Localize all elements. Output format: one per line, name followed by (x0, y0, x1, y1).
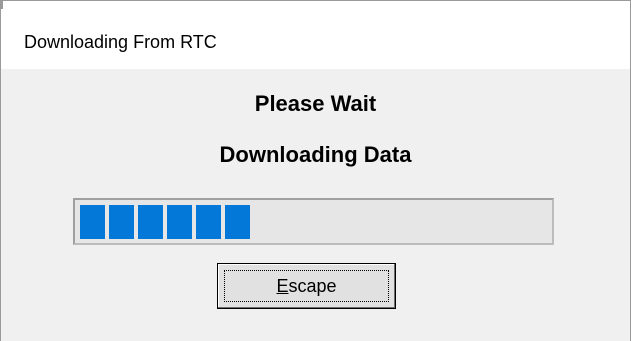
progress-chunk (225, 205, 250, 239)
escape-button-label: Escape (218, 264, 395, 308)
title-bar: Downloading From RTC (1, 1, 630, 69)
progress-chunk (196, 205, 221, 239)
progress-chunk (138, 205, 163, 239)
download-dialog: Downloading From RTC Please Wait Downloa… (0, 0, 631, 341)
escape-label-rest: scape (288, 276, 337, 296)
progress-fill (80, 205, 250, 239)
window-border-notch (1, 1, 3, 9)
please-wait-label: Please Wait (254, 91, 377, 116)
escape-mnemonic: E (276, 276, 289, 296)
downloading-data-label: Downloading Data (219, 142, 412, 167)
progress-chunk (109, 205, 134, 239)
progress-chunk (80, 205, 105, 239)
escape-button[interactable]: Escape (217, 263, 396, 309)
window-title: Downloading From RTC (24, 32, 217, 52)
download-progress-bar (73, 198, 554, 245)
progress-chunk (167, 205, 192, 239)
